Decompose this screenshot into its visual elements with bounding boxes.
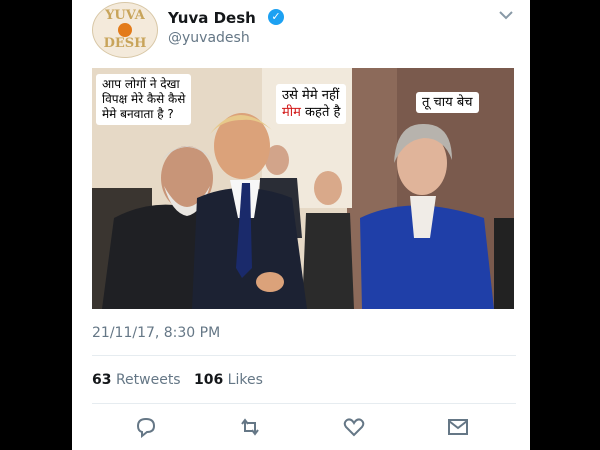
speech-bubble-1: आप लोगों ने देखा विपक्ष मेरे कैसे कैसे म… — [96, 74, 192, 125]
speech-bubble-3: तू चाय बेच — [416, 92, 479, 113]
message-icon[interactable] — [446, 416, 470, 438]
like-icon[interactable] — [342, 416, 366, 438]
likes-count[interactable]: 106 — [194, 372, 223, 388]
retweet-icon[interactable] — [238, 416, 262, 438]
user-handle[interactable]: @yuvadesh — [168, 30, 250, 46]
likes-label[interactable]: Likes — [228, 372, 263, 388]
speech-bubble-2: उसे मेमे नहीं मीम कहते है — [276, 84, 347, 124]
engagement-stats: 63 Retweets 106 Likes — [92, 372, 263, 388]
avatar[interactable]: YUVA DESH — [92, 2, 158, 58]
divider — [92, 355, 516, 356]
tweet-photo[interactable]: आप लोगों ने देखा विपक्ष मेरे कैसे कैसे म… — [92, 68, 514, 309]
verified-badge-icon: ✓ — [268, 9, 284, 25]
avatar-emblem-icon — [118, 23, 132, 37]
divider — [92, 403, 516, 404]
tweet-card: YUVA DESH Yuva Desh ✓ @yuvadesh आप लोगों… — [72, 0, 530, 450]
retweets-count[interactable]: 63 — [92, 372, 111, 388]
retweets-label[interactable]: Retweets — [116, 372, 181, 388]
avatar-text-top: YUVA — [105, 8, 145, 23]
display-name[interactable]: Yuva Desh — [168, 9, 256, 27]
reply-icon[interactable] — [134, 416, 158, 438]
tweet-timestamp[interactable]: 21/11/17, 8:30 PM — [92, 325, 220, 341]
chevron-down-icon[interactable] — [498, 8, 514, 22]
avatar-text-bottom: DESH — [103, 36, 147, 51]
